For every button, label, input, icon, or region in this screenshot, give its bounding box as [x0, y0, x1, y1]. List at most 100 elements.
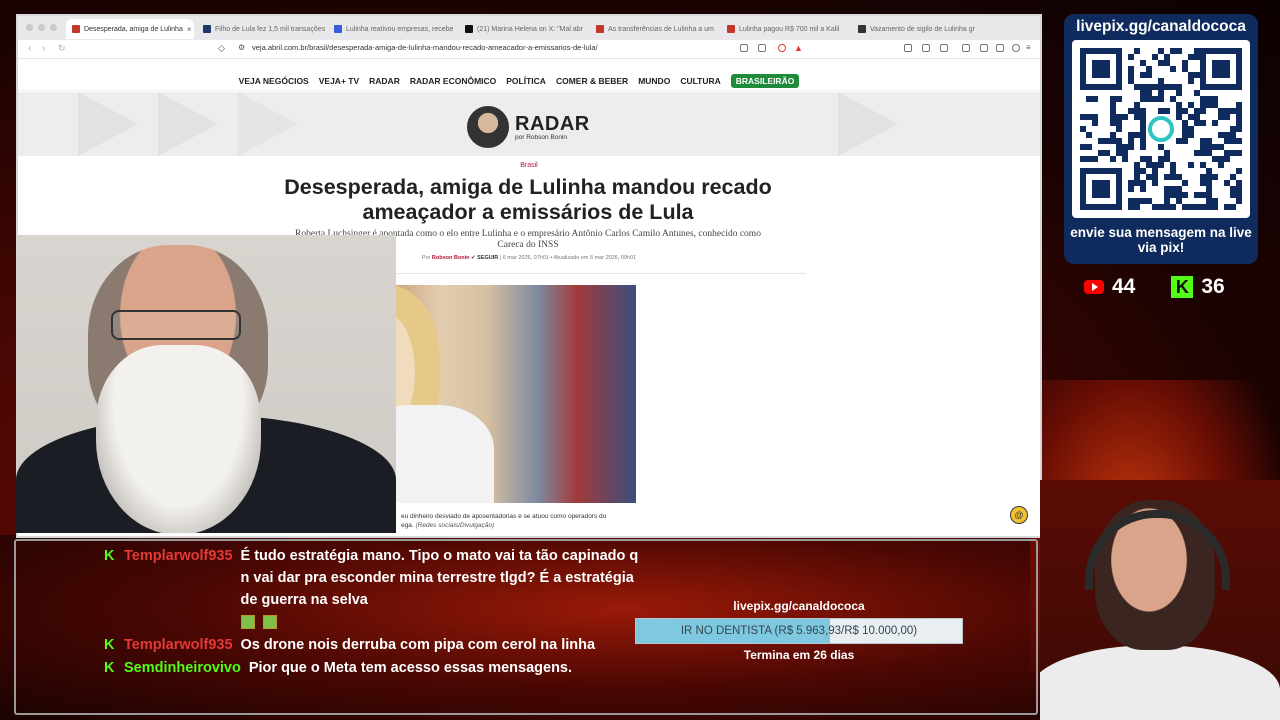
qr-module: [1158, 108, 1164, 114]
close-window-icon[interactable]: [26, 24, 33, 31]
qr-module: [1164, 186, 1170, 192]
qr-module: [1176, 192, 1182, 198]
decorative-arrow: [158, 92, 218, 156]
qr-module: [1236, 120, 1242, 126]
close-tab-icon[interactable]: ×: [187, 25, 192, 34]
minimize-window-icon[interactable]: [38, 24, 45, 31]
author-link[interactable]: Robson Bonin: [432, 255, 470, 261]
qr-module: [1224, 138, 1230, 144]
qr-module: [1158, 60, 1164, 66]
favicon-icon: [727, 25, 735, 33]
share-icon[interactable]: [758, 44, 766, 52]
qr-module: [1116, 120, 1122, 126]
qr-module: [1164, 174, 1170, 180]
qr-module: [1212, 144, 1218, 150]
viewer-counts: 44 K 36: [1084, 274, 1254, 300]
qr-module: [1182, 132, 1188, 138]
sidebar-icon[interactable]: [962, 44, 970, 52]
qr-module: [1122, 150, 1128, 156]
qr-module: [1152, 168, 1158, 174]
qr-module: [1200, 180, 1206, 186]
maximize-window-icon[interactable]: [50, 24, 57, 31]
qr-module: [1122, 144, 1128, 150]
reader-icon[interactable]: [740, 44, 748, 52]
qr-module: [1152, 54, 1158, 60]
browser-tab[interactable]: (21) Marina Helena on X: "Mal abr: [459, 19, 587, 39]
column-author: por Robson Bonin: [515, 133, 568, 141]
qr-module: [1128, 66, 1134, 72]
youtube-viewer-count: 44: [1112, 275, 1136, 298]
qr-module: [1140, 96, 1146, 102]
extension-icon[interactable]: [904, 44, 912, 52]
tab-label: Lulinha reativou empresas, recebe: [346, 25, 454, 33]
warning-icon[interactable]: ▲: [794, 43, 803, 53]
byline-prefix: Por: [421, 255, 431, 261]
qr-module: [1152, 204, 1158, 210]
qr-module: [1200, 120, 1206, 126]
qr-module: [1188, 132, 1194, 138]
qr-module: [1194, 192, 1200, 198]
kick-icon: K: [104, 637, 115, 653]
browser-tab[interactable]: As transferências de Lulinha a um: [590, 19, 718, 39]
qr-module: [1116, 114, 1122, 120]
qr-module: [1230, 138, 1236, 144]
qr-module: [1224, 108, 1230, 114]
tabs-overview-icon[interactable]: [922, 44, 930, 52]
back-icon[interactable]: ‹: [28, 43, 31, 54]
article-kicker[interactable]: Brasil: [18, 162, 1040, 169]
qr-module: [1146, 72, 1152, 78]
qr-module: [1158, 156, 1164, 162]
browser-tab[interactable]: Desesperada, amiga de Lulinha ×: [66, 19, 194, 39]
nav-item[interactable]: VEJA+ TV: [319, 76, 359, 86]
wallet-icon[interactable]: [980, 44, 988, 52]
site-navigation: VEJA NEGÓCIOS VEJA+ TV RADAR RADAR ECONÔ…: [18, 71, 1040, 91]
browser-tab[interactable]: Lulinha pagou R$ 700 mil a Kalil: [721, 19, 849, 39]
screenshot-icon[interactable]: [996, 44, 1004, 52]
menu-icon[interactable]: ≡: [1026, 43, 1031, 52]
nav-item[interactable]: VEJA NEGÓCIOS: [239, 76, 309, 86]
qr-module: [1236, 168, 1242, 174]
browser-tab[interactable]: Lulinha reativou empresas, recebe: [328, 19, 456, 39]
qr-module: [1164, 192, 1170, 198]
qr-module: [1236, 114, 1242, 120]
shield-icon[interactable]: [778, 44, 786, 52]
nav-item[interactable]: RADAR ECONÔMICO: [410, 76, 496, 86]
column-logo[interactable]: RADAR por Robson Bonin: [467, 106, 590, 148]
qr-module: [1098, 150, 1104, 156]
bookmark-icon[interactable]: ◇: [218, 43, 225, 54]
qr-module: [1164, 156, 1170, 162]
qr-module: [1086, 114, 1092, 120]
site-settings-icon[interactable]: ⚙: [238, 43, 245, 52]
goal-deadline: Termina em 26 dias: [743, 648, 855, 662]
nav-item[interactable]: CULTURA: [680, 76, 720, 86]
download-icon[interactable]: [940, 44, 948, 52]
decorative-arrow: [238, 92, 298, 156]
follow-icon: ✔: [471, 255, 476, 261]
forward-icon[interactable]: ›: [42, 43, 45, 54]
browser-tab[interactable]: Vazamento de sigilo de Lulinha gr: [852, 19, 980, 39]
reload-icon[interactable]: ↻: [58, 43, 66, 54]
qr-module: [1236, 102, 1242, 108]
qr-module: [1194, 204, 1200, 210]
nav-item[interactable]: RADAR: [369, 76, 400, 86]
nav-item[interactable]: COMER & BEBER: [556, 76, 628, 86]
qr-module: [1146, 174, 1152, 180]
qr-module: [1140, 60, 1146, 66]
qr-module: [1200, 96, 1206, 102]
caption-credit: (Redes sociais/Divulgação): [415, 522, 495, 529]
nav-item[interactable]: MUNDO: [638, 76, 670, 86]
qr-module: [1140, 156, 1146, 162]
url-field[interactable]: veja.abril.com.br/brasil/desesperada-ami…: [252, 43, 598, 52]
follow-button[interactable]: SEGUIR: [477, 255, 498, 261]
nav-item-highlight[interactable]: BRASILEIRÃO: [730, 73, 800, 88]
browser-tab[interactable]: Filho de Lula fez 1,5 mil transações: [197, 19, 325, 39]
nav-item[interactable]: POLÍTICA: [506, 76, 546, 86]
qr-module: [1134, 198, 1140, 204]
accessibility-icon[interactable]: @: [1010, 506, 1028, 524]
chat-username: Templarwolf935: [124, 548, 233, 564]
tab-label: As transferências de Lulinha a um: [608, 25, 714, 33]
profile-icon[interactable]: [1012, 44, 1020, 52]
qr-module: [1206, 180, 1212, 186]
qr-module: [1164, 54, 1170, 60]
address-bar-row: ‹ › ↻ ◇ ⚙ veja.abril.com.br/brasil/deses…: [18, 40, 1040, 59]
